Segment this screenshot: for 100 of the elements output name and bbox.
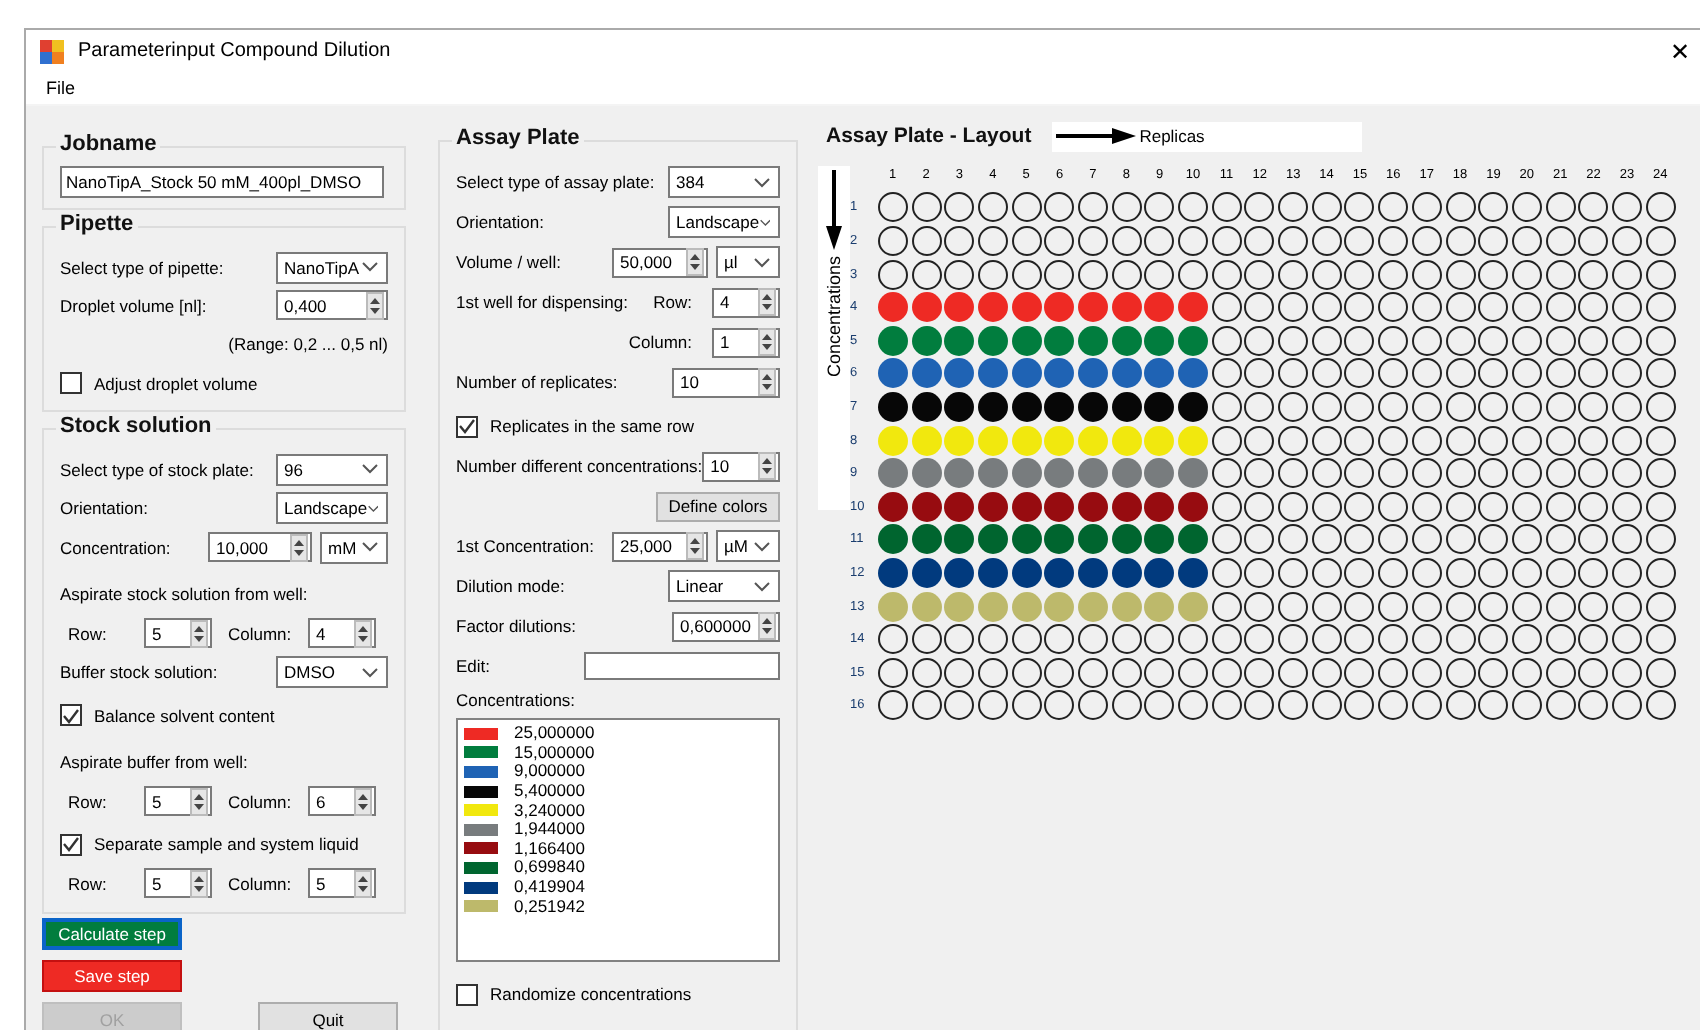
checkmark-icon	[62, 836, 80, 853]
checkbox[interactable]	[60, 833, 82, 856]
menu-item[interactable]: File	[46, 78, 76, 99]
empty-well	[1044, 624, 1075, 655]
spin-field[interactable]: 0,400	[276, 290, 388, 320]
empty-well	[1611, 259, 1642, 290]
dropdown[interactable]: 96	[276, 453, 388, 486]
action-button[interactable]: Save step	[42, 959, 182, 991]
spin-field[interactable]: 4	[712, 287, 780, 317]
spin-field[interactable]: 4	[308, 618, 376, 649]
field-label: Row:	[68, 791, 109, 812]
layout-title: Assay Plate - Layout	[826, 124, 1032, 148]
empty-well	[1445, 225, 1476, 256]
empty-well	[1244, 657, 1275, 688]
dropdown[interactable]: Landscape	[668, 206, 780, 238]
dropdown[interactable]: Landscape	[276, 492, 388, 525]
empty-well	[1211, 259, 1242, 290]
checkbox-label: Adjust droplet volume	[94, 373, 258, 393]
action-button[interactable]: Quit	[258, 1001, 398, 1030]
empty-well	[877, 624, 908, 655]
checkbox[interactable]	[456, 983, 478, 1005]
jobname-field[interactable]: NanoTipA_Stock 50 mM_400pl_DMSO	[60, 166, 384, 198]
dropdown[interactable]: mM	[320, 531, 388, 564]
empty-well	[944, 259, 975, 290]
empty-well	[977, 690, 1008, 721]
empty-well	[1545, 225, 1576, 256]
dropdown[interactable]: NanoTipA	[276, 251, 388, 283]
empty-well	[944, 657, 975, 688]
spin-arrows-icon	[686, 532, 704, 560]
spin-arrows-icon	[758, 612, 776, 640]
spin-field[interactable]: 5	[308, 868, 376, 899]
concentrations-label: Concentrations	[824, 256, 844, 378]
dropdown[interactable]: Linear	[668, 570, 780, 602]
dropdown[interactable]: µl	[716, 246, 780, 278]
spin-field[interactable]: 10,000	[208, 532, 312, 563]
define-colors-button[interactable]: Define colors	[656, 491, 780, 521]
checkbox[interactable]	[60, 372, 82, 394]
empty-well	[877, 225, 908, 256]
empty-well	[1211, 657, 1242, 688]
spin-field[interactable]: 5	[144, 618, 212, 649]
spin-field[interactable]: 5	[144, 868, 212, 899]
empty-well	[1077, 624, 1108, 655]
spin-field[interactable]: 1	[712, 327, 780, 357]
spin-field[interactable]: 50,000	[612, 247, 708, 277]
concentration-list[interactable]: 25,000000 15,000000 9,000000 5,400000 3,240000 1,944000 1,166400 0,699840 0,419904 0,251942	[456, 718, 780, 962]
checkbox[interactable]	[60, 704, 82, 727]
dropdown[interactable]: µM	[716, 530, 780, 562]
empty-well	[1011, 690, 1042, 721]
concentration-value: 3,240000	[514, 801, 585, 820]
spin-arrows-icon	[290, 533, 308, 562]
empty-well	[1478, 192, 1509, 223]
empty-well	[1378, 690, 1409, 721]
empty-well	[1511, 225, 1542, 256]
empty-well	[1178, 657, 1209, 688]
chevron-down-icon	[754, 541, 770, 551]
field-label: Row:	[68, 873, 109, 894]
spin-field[interactable]: 5	[144, 786, 212, 817]
empty-well	[1278, 690, 1309, 721]
empty-well	[1278, 192, 1309, 223]
empty-well	[1478, 690, 1509, 721]
empty-well	[1578, 624, 1609, 655]
empty-well	[1645, 690, 1676, 721]
concentration-value: 15,000000	[514, 743, 595, 762]
text-field[interactable]	[584, 652, 780, 680]
empty-well	[1478, 225, 1509, 256]
field-label: Orientation:	[456, 212, 544, 232]
empty-well	[1578, 690, 1609, 721]
field-label: Buffer stock solution:	[60, 662, 218, 683]
spin-field[interactable]: 0,600000	[672, 611, 780, 641]
spin-arrows-icon	[758, 288, 776, 316]
action-button[interactable]: Calculate step	[42, 917, 182, 949]
empty-well	[911, 192, 942, 223]
empty-well	[1144, 192, 1175, 223]
empty-well	[1178, 225, 1209, 256]
empty-well	[1445, 192, 1476, 223]
empty-well	[1011, 192, 1042, 223]
dropdown[interactable]: 384	[668, 166, 780, 198]
spin-field[interactable]: 10	[672, 367, 780, 397]
empty-well	[1244, 192, 1275, 223]
empty-well	[1077, 690, 1108, 721]
empty-well	[1077, 657, 1108, 688]
spin-field[interactable]: 10	[702, 451, 780, 481]
empty-well	[1545, 657, 1576, 688]
empty-well	[1411, 657, 1442, 688]
concentration-value: 1,944000	[514, 820, 585, 839]
empty-well	[1445, 259, 1476, 290]
spin-arrows-icon	[758, 452, 776, 480]
spin-field[interactable]: 25,000	[612, 531, 708, 561]
dropdown[interactable]: DMSO	[276, 656, 388, 689]
empty-well	[1144, 259, 1175, 290]
empty-well	[877, 690, 908, 721]
checkbox[interactable]	[456, 415, 478, 437]
close-button[interactable]: ✕	[1650, 37, 1700, 66]
empty-well	[1311, 624, 1342, 655]
empty-well	[1144, 657, 1175, 688]
empty-well	[1511, 657, 1542, 688]
empty-well	[1311, 657, 1342, 688]
empty-well	[1344, 259, 1375, 290]
spin-field[interactable]: 6	[308, 786, 376, 817]
empty-well	[1311, 225, 1342, 256]
